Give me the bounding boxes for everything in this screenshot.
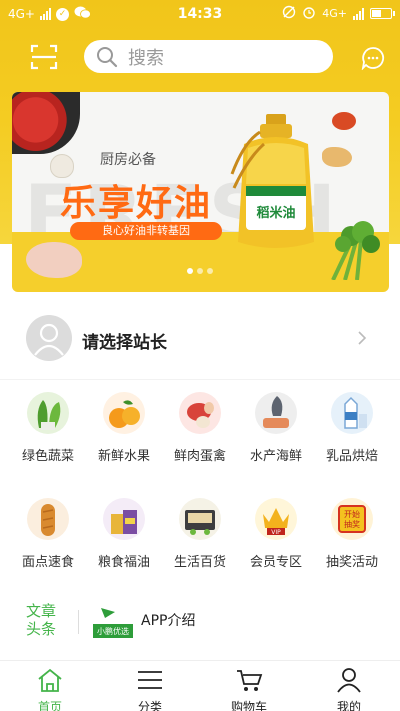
category-label: 鲜肉蛋禽 <box>173 449 226 464</box>
crab-image <box>332 112 356 130</box>
network-type-right: 4G+ <box>322 7 347 20</box>
status-bar: 4G+ ✓ 14:33 4G+ <box>0 0 400 28</box>
list-icon <box>138 671 162 689</box>
avatar <box>26 315 72 361</box>
category-lottery[interactable]: 开始 抽奖 抽奖活动 <box>312 498 392 570</box>
tab-home[interactable]: 首页 <box>10 661 90 711</box>
news-divider <box>78 610 79 634</box>
user-avatar-icon <box>34 323 64 356</box>
category-label: 水产海鲜 <box>249 449 302 464</box>
tab-cart[interactable]: 购物车 <box>209 661 289 711</box>
dairy-icon <box>331 392 373 434</box>
steak-image <box>12 92 80 154</box>
grain-oil-icon <box>103 498 145 540</box>
scan-icon <box>30 44 58 70</box>
signal-icon-right <box>353 7 364 20</box>
meat-egg-icon <box>179 392 221 434</box>
carousel-indicator <box>0 268 400 274</box>
category-label: 乳品烘焙 <box>325 449 378 464</box>
category-vegetables[interactable]: 绿色蔬菜 <box>8 392 88 464</box>
chevron-right-icon <box>358 331 367 345</box>
category-fruit[interactable]: 新鲜水果 <box>84 392 164 464</box>
news-tag-line1: 文章 <box>26 602 57 620</box>
station-selector[interactable]: 请选择站长 <box>0 310 400 368</box>
news-title: APP介绍 <box>141 613 196 629</box>
seafood-icon <box>255 392 297 434</box>
chat-icon <box>361 47 385 71</box>
oil-bottle-image: 稻米油 <box>230 114 314 248</box>
carousel-dot[interactable] <box>197 268 203 274</box>
category-label: 抽奖活动 <box>325 555 378 570</box>
user-icon <box>337 668 361 693</box>
category-dairy[interactable]: 乳品烘焙 <box>312 392 392 464</box>
bread-icon <box>27 498 69 540</box>
category-label: 生活百货 <box>173 555 226 570</box>
ginger-image <box>322 147 352 167</box>
tab-label: 分类 <box>137 700 162 711</box>
category-seafood[interactable]: 水产海鲜 <box>236 392 316 464</box>
fruit-icon <box>103 392 145 434</box>
home-icon <box>38 668 62 692</box>
category-label: 粮食福油 <box>97 555 150 570</box>
svg-text:VIP: VIP <box>271 529 281 536</box>
category-daily-goods[interactable]: 生活百货 <box>160 498 240 570</box>
bottom-tab-bar: 首页 分类 购物车 我的 <box>0 660 400 711</box>
tab-category[interactable]: 分类 <box>110 661 190 711</box>
banner-subtitle: 厨房必备 <box>100 152 156 168</box>
tab-label: 首页 <box>37 700 62 711</box>
category-label: 绿色蔬菜 <box>21 449 74 464</box>
status-right: 4G+ <box>282 5 395 22</box>
category-bread[interactable]: 面点速食 <box>8 498 88 570</box>
search-input[interactable]: 搜索 <box>84 40 333 73</box>
daily-goods-icon <box>179 498 221 540</box>
cart-icon <box>237 670 263 691</box>
dnd-icon <box>282 5 296 22</box>
tab-profile[interactable]: 我的 <box>309 661 389 711</box>
message-button[interactable] <box>361 46 385 71</box>
scan-button[interactable] <box>30 44 58 70</box>
category-meat-egg[interactable]: 鲜肉蛋禽 <box>160 392 240 464</box>
search-icon <box>97 46 118 67</box>
carousel-dot[interactable] <box>187 268 193 274</box>
station-label: 请选择站长 <box>82 333 167 353</box>
lottery-icon: 开始 抽奖 <box>331 498 373 540</box>
category-label: 会员专区 <box>249 555 302 570</box>
lottery-badge-line2: 抽奖 <box>344 519 360 529</box>
battery-icon <box>370 8 395 19</box>
category-label: 面点速食 <box>21 555 74 570</box>
promo-banner[interactable]: FRESH 稻米油 厨房必备 乐享好油 良心好油非转基因 <box>12 92 389 292</box>
banner-tagline: 良心好油非转基因 <box>70 222 222 240</box>
carousel-dot[interactable] <box>207 268 213 274</box>
news-ticker[interactable]: 文章 头条 小鹏优选 APP介绍 <box>0 598 400 646</box>
category-label: 新鲜水果 <box>97 449 150 464</box>
alarm-icon <box>302 5 316 22</box>
vip-icon: VIP <box>255 498 297 540</box>
lottery-badge-line1: 开始 <box>344 509 360 519</box>
news-thumb-text: 小鹏优选 <box>97 626 129 636</box>
news-tag-line2: 头条 <box>26 620 57 638</box>
divider <box>0 379 400 380</box>
banner-headline: 乐享好油 <box>60 183 213 224</box>
category-grain-oil[interactable]: 粮食福油 <box>84 498 164 570</box>
tab-label: 购物车 <box>230 700 267 711</box>
news-thumbnail: 小鹏优选 <box>93 602 133 640</box>
category-vip[interactable]: VIP 会员专区 <box>236 498 316 570</box>
app-header: 搜索 <box>0 38 400 78</box>
search-placeholder: 搜索 <box>128 47 164 69</box>
bottle-label: 稻米油 <box>256 205 295 221</box>
tab-label: 我的 <box>336 700 361 711</box>
vegetables-icon <box>27 392 69 434</box>
news-tag: 文章 头条 <box>26 602 62 638</box>
